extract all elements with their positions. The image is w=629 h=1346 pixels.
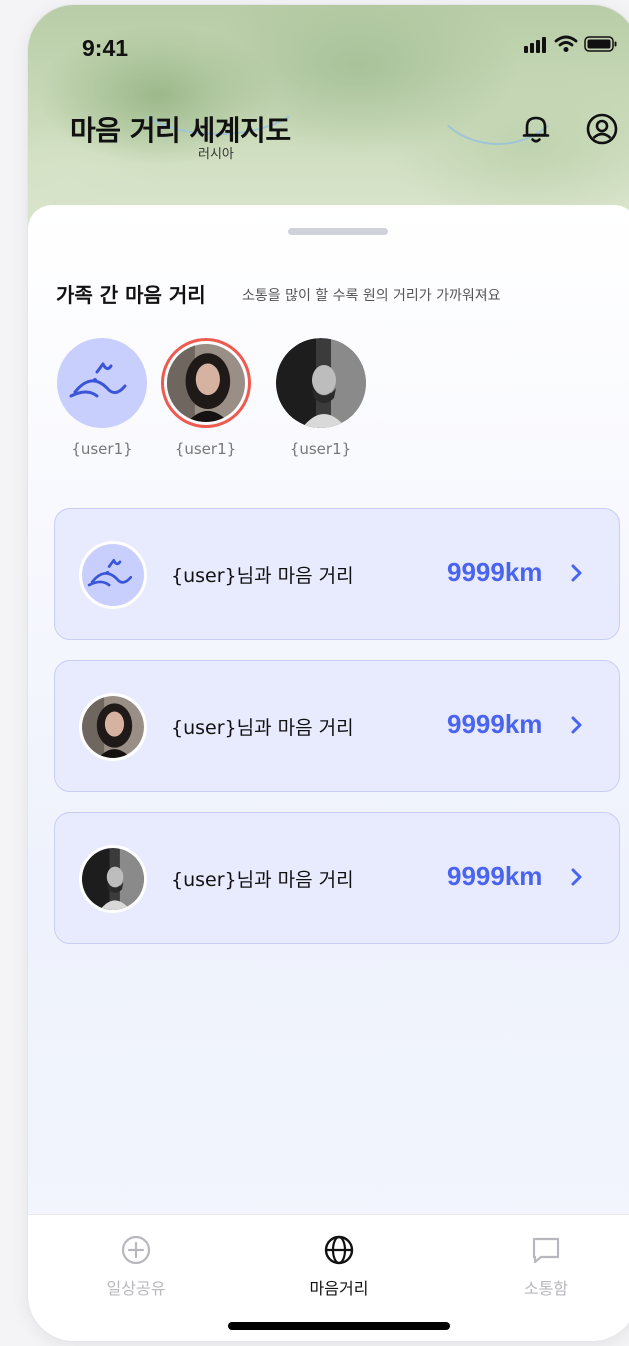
- distance-card[interactable]: {user}님과 마음 거리 9999km: [54, 812, 620, 944]
- family-avatar-3[interactable]: {user1}: [263, 338, 378, 458]
- avatar: [79, 693, 147, 761]
- avatar: [57, 338, 147, 428]
- avatar-name: {user1}: [174, 440, 237, 458]
- chevron-right-icon: [571, 868, 582, 886]
- tab-label: 소통함: [523, 1279, 569, 1298]
- tab-inbox[interactable]: 소통함: [486, 1233, 606, 1299]
- family-avatar-1[interactable]: {user1}: [56, 338, 148, 458]
- avatar-name: {user1}: [71, 440, 133, 458]
- man-photo-icon: [82, 848, 144, 910]
- tab-heart-distance[interactable]: 마음거리: [279, 1233, 399, 1299]
- chat-bubble-icon: [532, 1237, 560, 1264]
- avatar: [79, 845, 147, 913]
- distance-value: 9999km: [447, 709, 543, 739]
- signal-icon: [524, 37, 546, 53]
- character-icon: [87, 558, 133, 587]
- woman-photo-icon: [166, 344, 245, 422]
- plus-circle-icon: [121, 1235, 151, 1265]
- distance-card[interactable]: {user}님과 마음 거리 9999km: [54, 660, 620, 792]
- section-subtitle: 소통을 많이 할 수록 원의 거리가 가까워져요: [242, 288, 501, 304]
- chevron-right-icon: [571, 716, 582, 734]
- woman-photo-icon: [82, 696, 144, 758]
- avatar-selected: [160, 338, 251, 428]
- tab-label: 일상공유: [106, 1279, 166, 1298]
- character-icon: [69, 362, 127, 398]
- bottom-sheet: 가족 간 마음 거리 소통을 많이 할 수록 원의 거리가 가까워져요 {use…: [28, 205, 629, 1341]
- tab-label: 마음거리: [309, 1279, 369, 1298]
- distance-label: {user}님과 마음 거리: [171, 717, 354, 739]
- distance-label: {user}님과 마음 거리: [171, 869, 354, 891]
- battery-icon: [584, 36, 617, 52]
- man-photo-icon: [275, 338, 366, 428]
- avatar-name: {user1}: [289, 440, 352, 458]
- page-title: 마음 거리 세계지도: [70, 114, 291, 147]
- section-title: 가족 간 마음 거리: [56, 283, 206, 307]
- status-icons: [522, 35, 618, 53]
- bell-icon[interactable]: [518, 111, 554, 147]
- distance-value: 9999km: [447, 861, 543, 891]
- sheet-drag-handle[interactable]: [288, 228, 388, 235]
- family-avatar-2[interactable]: {user1}: [148, 338, 263, 458]
- family-avatar-row: {user1} {user1} {user1}: [56, 338, 378, 458]
- home-indicator[interactable]: [228, 1322, 450, 1330]
- distance-card[interactable]: {user}님과 마음 거리 9999km: [54, 508, 620, 640]
- map-country-label: 러시아: [198, 147, 234, 162]
- chevron-right-icon: [571, 564, 582, 582]
- tab-daily-share[interactable]: 일상공유: [76, 1233, 196, 1299]
- status-time: 9:41: [82, 35, 129, 61]
- distance-label: {user}님과 마음 거리: [171, 565, 354, 587]
- avatar: [275, 338, 366, 428]
- globe-icon: [324, 1235, 354, 1265]
- profile-icon[interactable]: [584, 111, 620, 147]
- wifi-icon: [554, 35, 578, 52]
- avatar: [79, 541, 147, 609]
- phone-screen: 9:41 마음 거리 세계지도 러시아 가족 간 마음 거리 소통을 많이 할 …: [28, 5, 629, 1341]
- distance-value: 9999km: [447, 557, 543, 587]
